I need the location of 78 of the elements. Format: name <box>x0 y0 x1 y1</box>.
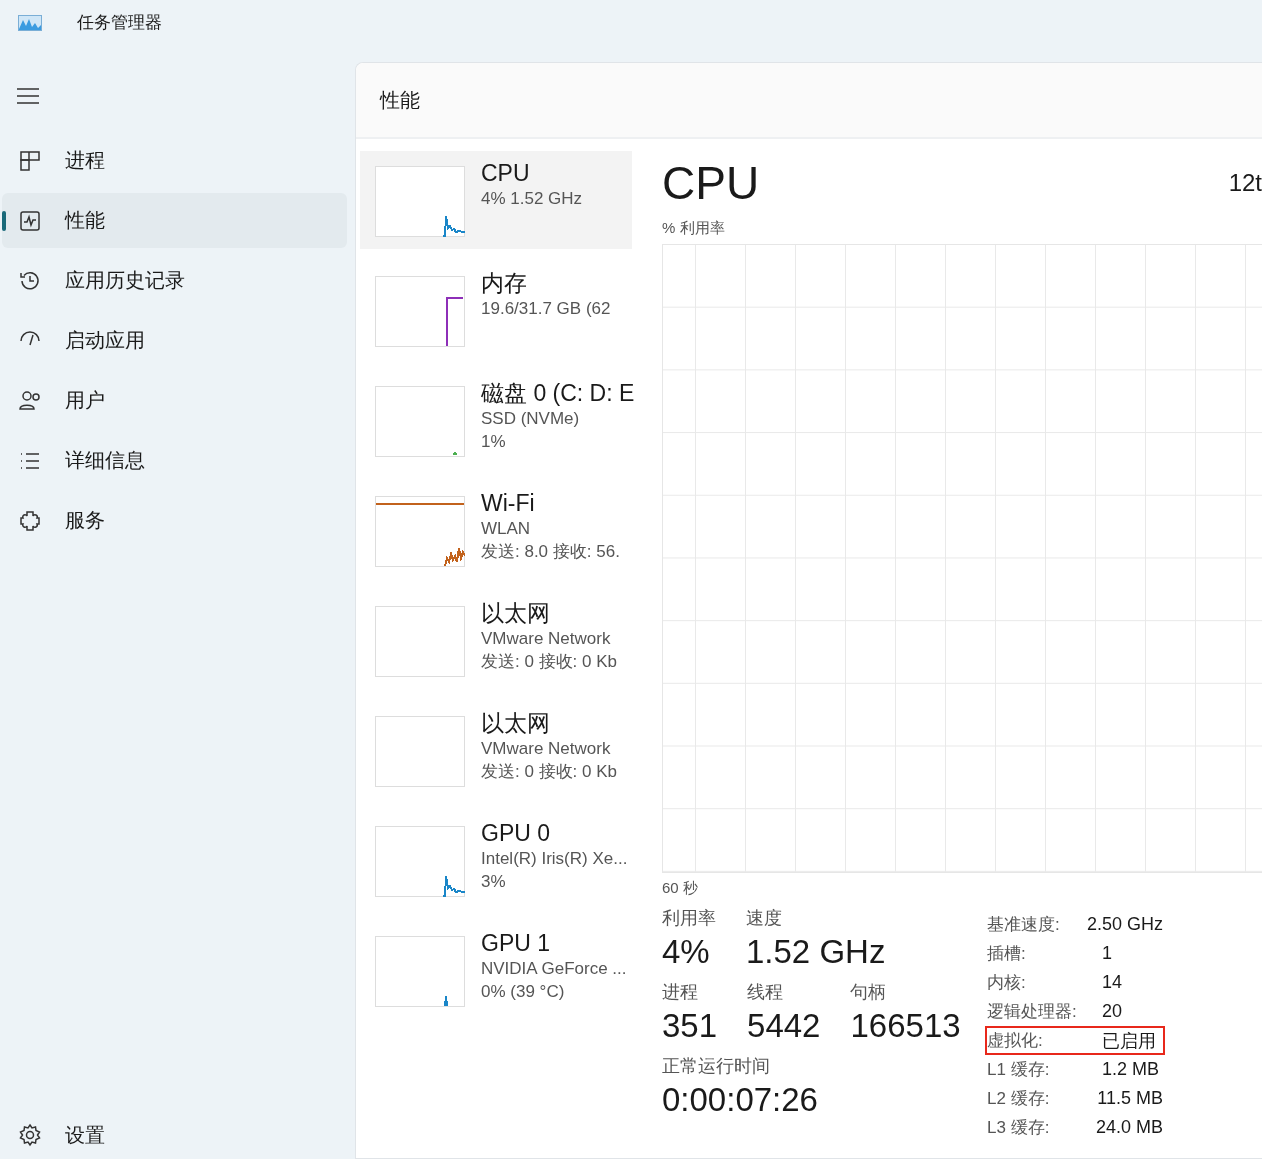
users-icon <box>18 388 42 413</box>
puzzle-icon <box>18 508 42 533</box>
stat-value: 4% <box>662 932 711 972</box>
device-name: GPU 1 <box>481 929 552 957</box>
device-item[interactable]: GPU 1 NVIDIA GeForce ... 0% (39 °C) <box>360 921 640 1019</box>
device-item[interactable]: Wi-Fi WLAN 发送: 8.0 接收: 56. <box>360 481 640 579</box>
device-info: SSD (NVMe) <box>481 408 581 430</box>
device-item[interactable]: 磁盘 0 (C: D: E SSD (NVMe) 1% <box>360 371 640 469</box>
app-logo-icon <box>18 14 42 31</box>
window-title: 任务管理器 <box>77 12 162 34</box>
processor-model: 12t <box>1228 169 1262 197</box>
stat-label: 正常运行时间 <box>662 1055 771 1078</box>
device-item[interactable]: CPU 4% 1.52 GHz <box>360 151 632 249</box>
spec-label: L3 缓存: <box>987 1117 1051 1139</box>
device-name: 以太网 <box>481 599 551 627</box>
stat-value: 0:00:07:26 <box>662 1080 818 1120</box>
spec-label: 内核: <box>987 972 1027 994</box>
device-item[interactable]: GPU 0 Intel(R) Iris(R) Xe... 3% <box>360 811 640 909</box>
spec-label: 虚拟化: <box>987 1030 1044 1052</box>
stat-label: 利用率 <box>662 907 716 930</box>
sidebar-item[interactable]: 启动应用 <box>2 313 347 368</box>
stat-label: 进程 <box>662 981 699 1004</box>
sidebar-item[interactable]: 用户 <box>2 373 347 428</box>
stat-value: 166513 <box>850 1006 961 1046</box>
time-axis-label: 60 秒 <box>662 879 699 898</box>
sidebar-item[interactable]: 进程 <box>2 133 347 188</box>
device-info: 4% 1.52 GHz <box>481 188 583 210</box>
page-title: 性能 <box>380 87 420 113</box>
device-info: 发送: 0 接收: 0 Kb <box>481 761 618 783</box>
device-item[interactable]: 以太网 VMware Network 发送: 0 接收: 0 Kb <box>360 701 640 799</box>
spec-value: 11.5 MB <box>1097 1088 1163 1109</box>
spec-value: 已启用 <box>1102 1029 1156 1053</box>
spec-value: 1 <box>1102 943 1112 964</box>
sidebar-item[interactable]: 应用历史记录 <box>2 253 347 308</box>
device-name: GPU 0 <box>481 819 552 847</box>
device-name: 以太网 <box>481 709 551 737</box>
spec-label: 插槽: <box>987 943 1027 965</box>
device-info: NVIDIA GeForce ... <box>481 958 627 980</box>
device-info: 0% (39 °C) <box>481 981 566 1003</box>
stat-value: 5442 <box>747 1006 821 1046</box>
spec-label: 基准速度: <box>987 914 1061 936</box>
device-info: Intel(R) Iris(R) Xe... <box>481 848 628 870</box>
stat-label: 速度 <box>746 907 783 930</box>
sidebar-item[interactable]: 详细信息 <box>2 433 347 488</box>
device-name: CPU <box>481 159 531 187</box>
spec-value: 14 <box>1102 972 1123 993</box>
spec-value: 1.2 MB <box>1102 1059 1160 1080</box>
spec-value: 2.50 GHz <box>1086 914 1163 935</box>
stat-value: 351 <box>662 1006 718 1046</box>
spec-value: 24.0 MB <box>1095 1117 1163 1138</box>
settings-item[interactable]: 设置 <box>2 1111 347 1159</box>
sidebar-item[interactable]: 性能 <box>2 193 347 248</box>
stat-label: 句柄 <box>850 981 888 1004</box>
device-item[interactable]: 内存 19.6/31.7 GB (62 <box>360 261 640 359</box>
device-info: 发送: 0 接收: 0 Kb <box>481 651 618 673</box>
spec-label: L2 缓存: <box>987 1088 1051 1110</box>
pulse-icon <box>18 208 42 233</box>
device-info: 发送: 8.0 接收: 56. <box>481 541 620 563</box>
device-info: 1% <box>481 431 507 453</box>
device-item[interactable]: 以太网 VMware Network 发送: 0 接收: 0 Kb <box>360 591 640 689</box>
device-info: WLAN <box>481 518 532 540</box>
chart-label: % 利用率 <box>662 219 726 238</box>
detail-title: CPU <box>662 156 760 211</box>
settings-icon <box>18 1123 42 1147</box>
spec-label: 逻辑处理器: <box>987 1001 1078 1023</box>
spec-value: 20 <box>1102 1001 1123 1022</box>
device-name: 内存 <box>481 269 528 297</box>
grid-icon <box>18 148 42 173</box>
sidebar-item[interactable]: 服务 <box>2 493 347 548</box>
device-info: VMware Network <box>481 738 612 760</box>
stat-value: 1.52 GHz <box>746 932 886 972</box>
stat-label: 线程 <box>747 981 785 1004</box>
device-name: 磁盘 0 (C: D: E <box>481 379 635 407</box>
device-info: VMware Network <box>481 628 612 650</box>
device-name: Wi-Fi <box>481 489 536 517</box>
device-info: 19.6/31.7 GB (62 <box>481 298 611 320</box>
spec-label: L1 缓存: <box>987 1059 1051 1081</box>
device-info: 3% <box>481 871 507 893</box>
